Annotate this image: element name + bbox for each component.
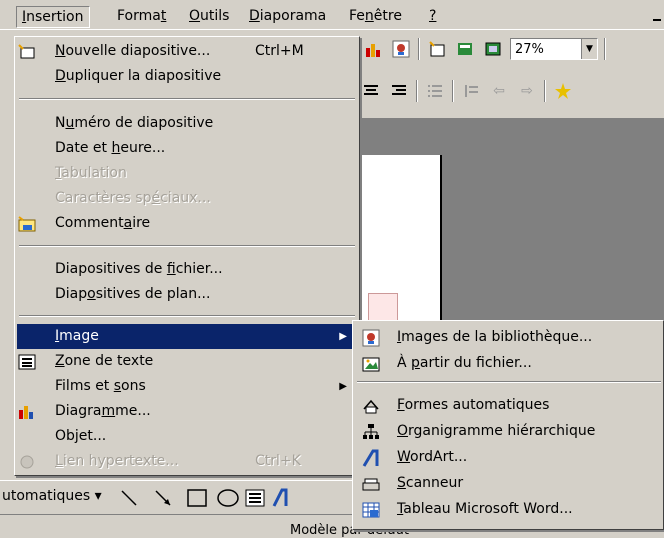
grayscale-icon[interactable] bbox=[482, 38, 504, 60]
line-tool-icon[interactable] bbox=[121, 490, 137, 506]
arrow-tool-icon[interactable] bbox=[155, 490, 171, 506]
menu-item-chart[interactable]: Diagramme... bbox=[17, 399, 357, 424]
scanner-icon bbox=[361, 474, 381, 493]
autoshapes-menu[interactable]: utomatiques ▾ bbox=[2, 488, 102, 504]
submenu-item-word-table[interactable]: Tableau Microsoft Word... bbox=[355, 497, 661, 522]
menu-format[interactable]: Format bbox=[112, 6, 171, 28]
submenu-item-wordart[interactable]: WordArt... bbox=[355, 445, 661, 470]
menu-insertion[interactable]: Insertion bbox=[16, 6, 90, 28]
formatting-toolbar: ⇦ ⇨ bbox=[360, 76, 574, 106]
menu-diaporama[interactable]: Diaporama bbox=[244, 6, 331, 28]
zoom-select[interactable]: 27% ▼ bbox=[510, 38, 598, 60]
wordart-tool-icon[interactable] bbox=[272, 488, 288, 507]
submenu-item-from-file[interactable]: À partir du fichier... bbox=[355, 351, 661, 376]
hyperlink-globe-icon bbox=[17, 452, 37, 471]
submenu-item-org-chart[interactable]: Organigramme hiérarchique bbox=[355, 419, 661, 444]
submenu-item-scanner[interactable]: Scanneur bbox=[355, 471, 661, 496]
menu-separator bbox=[19, 245, 355, 247]
chart-icon[interactable] bbox=[362, 38, 384, 60]
align-center-icon[interactable] bbox=[360, 80, 382, 102]
insertion-dropdown-menu: Nouvelle diapositive... Ctrl+M Dupliquer… bbox=[14, 36, 360, 476]
textbox-tool-icon[interactable] bbox=[245, 489, 265, 507]
autoshapes-icon bbox=[361, 396, 381, 415]
zoom-value: 27% bbox=[515, 41, 544, 57]
bullets-icon[interactable] bbox=[424, 80, 446, 102]
chart-icon bbox=[17, 402, 37, 421]
textbox-icon bbox=[17, 352, 37, 371]
menu-bar: Insertion Format Outils Diaporama Fenêtr… bbox=[0, 0, 664, 30]
demote-icon[interactable]: ⇨ bbox=[516, 80, 538, 102]
menu-item-slide-number[interactable]: Numéro de diapositive bbox=[17, 111, 357, 136]
menu-item-slides-from-file[interactable]: Diapositives de fichier... bbox=[17, 257, 357, 282]
line-spacing-icon[interactable] bbox=[460, 80, 482, 102]
org-chart-icon bbox=[361, 422, 381, 441]
image-submenu: Images de la bibliothèque... À partir du… bbox=[352, 320, 664, 530]
menu-item-hyperlink: Lien hypertexte... Ctrl+K bbox=[17, 449, 357, 474]
new-slide-icon bbox=[17, 42, 37, 61]
clipart-icon bbox=[361, 328, 381, 347]
menu-separator bbox=[19, 315, 355, 317]
submenu-item-autoshapes[interactable]: Formes automatiques bbox=[355, 393, 661, 418]
menu-item-tabulation: Tabulation bbox=[55, 165, 127, 181]
menu-item-movies-sounds[interactable]: Films et sons ▶ bbox=[17, 374, 357, 399]
menu-separator bbox=[19, 98, 355, 100]
new-slide-icon[interactable] bbox=[426, 38, 448, 60]
menu-item-text-box[interactable]: Zone de texte bbox=[17, 349, 357, 374]
submenu-item-clipart[interactable]: Images de la bibliothèque... bbox=[355, 325, 661, 350]
menu-fenetre[interactable]: Fenêtre bbox=[344, 6, 407, 28]
expand-slide-icon[interactable] bbox=[454, 38, 476, 60]
chevron-down-icon: ▼ bbox=[581, 39, 597, 59]
menu-separator bbox=[357, 381, 661, 383]
menu-help[interactable]: ? bbox=[424, 6, 441, 28]
animation-effects-icon[interactable] bbox=[552, 80, 574, 102]
menu-item-object[interactable]: Objet... bbox=[17, 424, 357, 449]
submenu-arrow-icon: ▶ bbox=[339, 331, 347, 342]
rectangle-tool-icon[interactable] bbox=[187, 489, 207, 507]
doc-close-icon[interactable] bbox=[650, 12, 664, 26]
oval-tool-icon[interactable] bbox=[217, 489, 239, 507]
align-right-icon[interactable] bbox=[388, 80, 410, 102]
menu-item-new-slide[interactable]: Nouvelle diapositive... Ctrl+M bbox=[17, 39, 357, 64]
comment-icon bbox=[17, 214, 37, 233]
menu-item-image[interactable]: Image ▶ bbox=[17, 324, 357, 349]
menu-item-comment[interactable]: Commentaire bbox=[17, 211, 357, 236]
menu-item-duplicate-slide[interactable]: Dupliquer la diapositive bbox=[17, 64, 357, 89]
clipart-icon[interactable] bbox=[390, 38, 412, 60]
slide-thumbnail-image bbox=[368, 293, 398, 323]
menu-item-date-time[interactable]: Date et heure... bbox=[17, 136, 357, 161]
standard-toolbar: 27% ▼ bbox=[362, 34, 606, 64]
menu-item-special-characters: Caractères spéciaux... bbox=[55, 190, 211, 206]
word-table-icon bbox=[361, 500, 381, 519]
menu-outils[interactable]: Outils bbox=[184, 6, 234, 28]
shortcut-label: Ctrl+K bbox=[255, 453, 301, 469]
shortcut-label: Ctrl+M bbox=[255, 43, 304, 59]
wordart-icon bbox=[361, 448, 381, 467]
picture-from-file-icon bbox=[361, 354, 381, 373]
promote-icon[interactable]: ⇦ bbox=[488, 80, 510, 102]
submenu-arrow-icon: ▶ bbox=[339, 381, 347, 392]
menu-item-slides-from-outline[interactable]: Diapositives de plan... bbox=[17, 282, 357, 307]
